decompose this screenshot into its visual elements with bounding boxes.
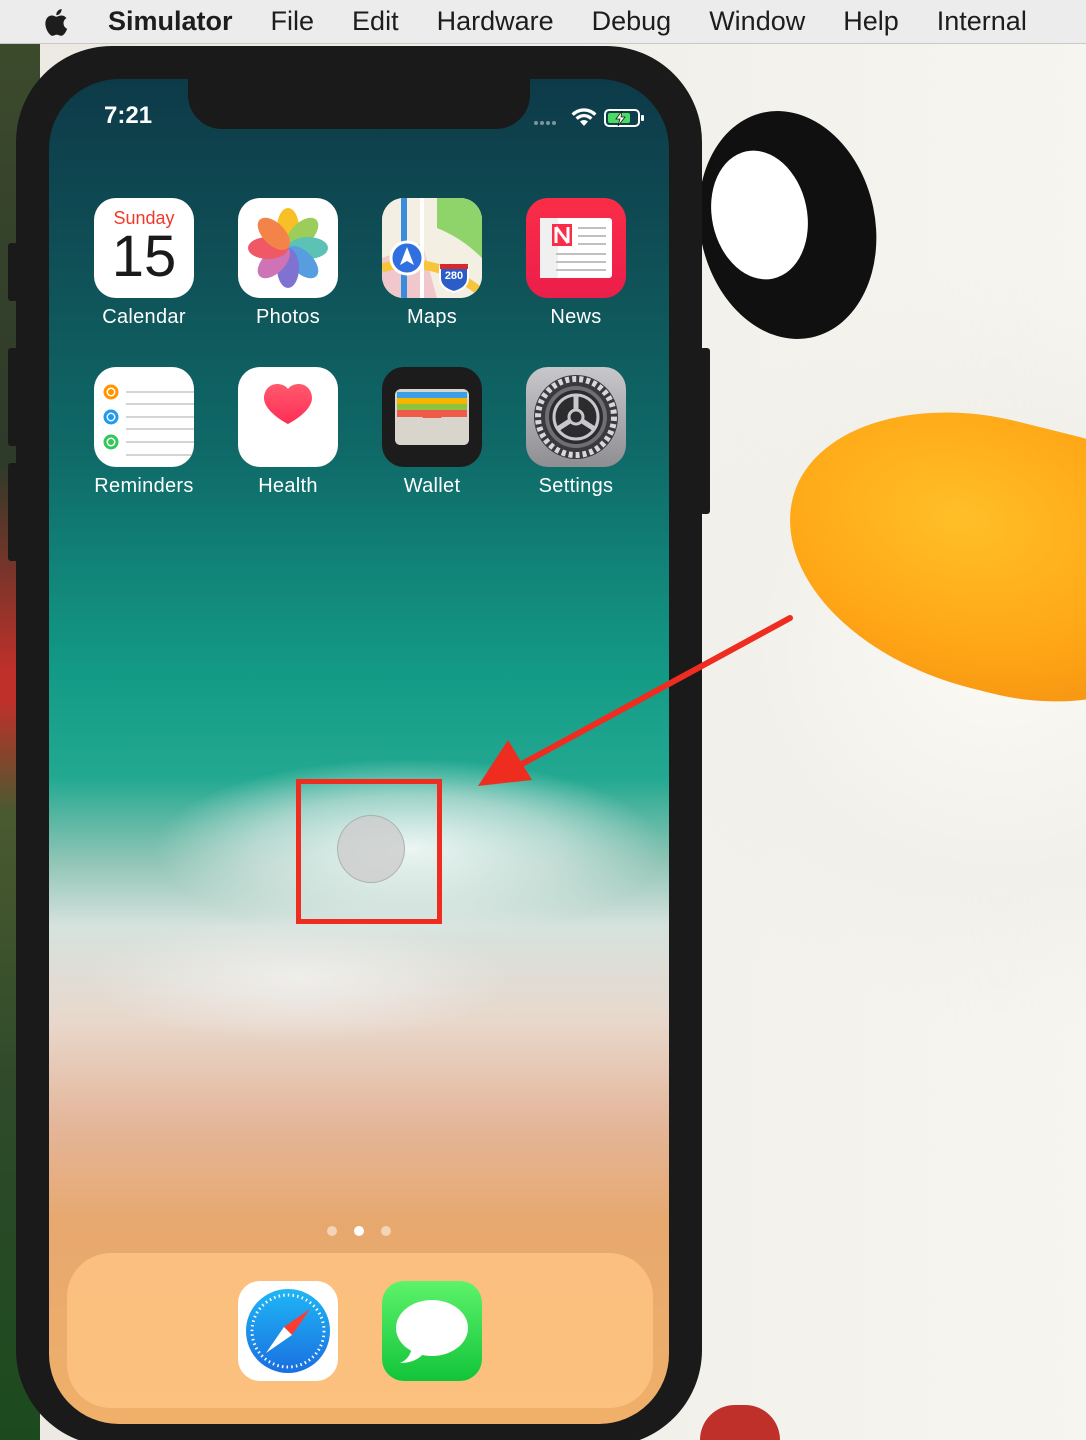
- notch: [188, 79, 530, 129]
- page-dot-current[interactable]: [354, 1226, 364, 1236]
- volume-up-button[interactable]: [8, 348, 18, 446]
- safari-icon: [238, 1281, 338, 1381]
- messages-icon: [382, 1281, 482, 1381]
- maps-route-shield: 280: [444, 270, 464, 282]
- app-settings[interactable]: Settings: [506, 367, 646, 498]
- app-label: Wallet: [403, 475, 461, 497]
- page-indicator[interactable]: [327, 1226, 391, 1236]
- menu-window[interactable]: Window: [709, 6, 805, 37]
- wallet-icon: [382, 367, 482, 467]
- app-photos[interactable]: Photos: [218, 198, 358, 329]
- menu-simulator[interactable]: Simulator: [108, 6, 233, 37]
- app-label: Photos: [255, 306, 321, 328]
- annotation-highlight-box: [296, 779, 442, 924]
- apple-logo-icon[interactable]: [40, 5, 74, 39]
- app-label: Reminders: [94, 475, 194, 497]
- dock-app-messages[interactable]: [362, 1281, 502, 1381]
- app-label: Maps: [406, 306, 458, 328]
- dock-app-safari[interactable]: [218, 1281, 358, 1381]
- calendar-day: 15: [111, 224, 177, 289]
- news-icon: [526, 198, 626, 298]
- settings-icon: [526, 367, 626, 467]
- menu-internal[interactable]: Internal: [937, 6, 1027, 37]
- app-calendar[interactable]: Sunday 15 Calendar: [74, 198, 214, 329]
- reminders-icon: [94, 367, 194, 467]
- status-time: 7:21: [104, 102, 153, 129]
- app-label: Health: [258, 475, 318, 497]
- menu-help[interactable]: Help: [843, 6, 899, 37]
- battery-charging-icon: [604, 109, 644, 127]
- photos-icon: [238, 198, 338, 298]
- silent-switch[interactable]: [8, 243, 18, 301]
- menu-hardware[interactable]: Hardware: [437, 6, 554, 37]
- menu-edit[interactable]: Edit: [352, 6, 399, 37]
- app-wallet[interactable]: Wallet: [362, 367, 502, 498]
- menu-bar: Simulator File Edit Hardware Debug Windo…: [0, 0, 1086, 44]
- app-label: News: [550, 306, 602, 328]
- page-dot[interactable]: [381, 1226, 391, 1236]
- status-icons: [533, 106, 648, 128]
- app-reminders[interactable]: Reminders: [74, 367, 214, 498]
- cellular-dots-icon: [534, 121, 556, 125]
- dock: [67, 1253, 653, 1408]
- wifi-icon: [571, 108, 597, 126]
- page-dot[interactable]: [327, 1226, 337, 1236]
- app-news[interactable]: News: [506, 198, 646, 329]
- wallpaper-beak: [758, 373, 1086, 737]
- calendar-icon: Sunday 15: [94, 198, 194, 298]
- volume-down-button[interactable]: [8, 463, 18, 561]
- app-maps[interactable]: 280 Maps: [362, 198, 502, 329]
- app-health[interactable]: Health: [218, 367, 358, 498]
- health-icon: [238, 367, 338, 467]
- maps-icon: 280: [382, 198, 482, 298]
- wallpaper-red-shape: [700, 1405, 780, 1440]
- side-button[interactable]: [700, 348, 710, 514]
- app-label: Settings: [538, 475, 614, 497]
- menu-debug[interactable]: Debug: [592, 6, 672, 37]
- app-label: Calendar: [102, 306, 186, 328]
- menu-file[interactable]: File: [271, 6, 315, 37]
